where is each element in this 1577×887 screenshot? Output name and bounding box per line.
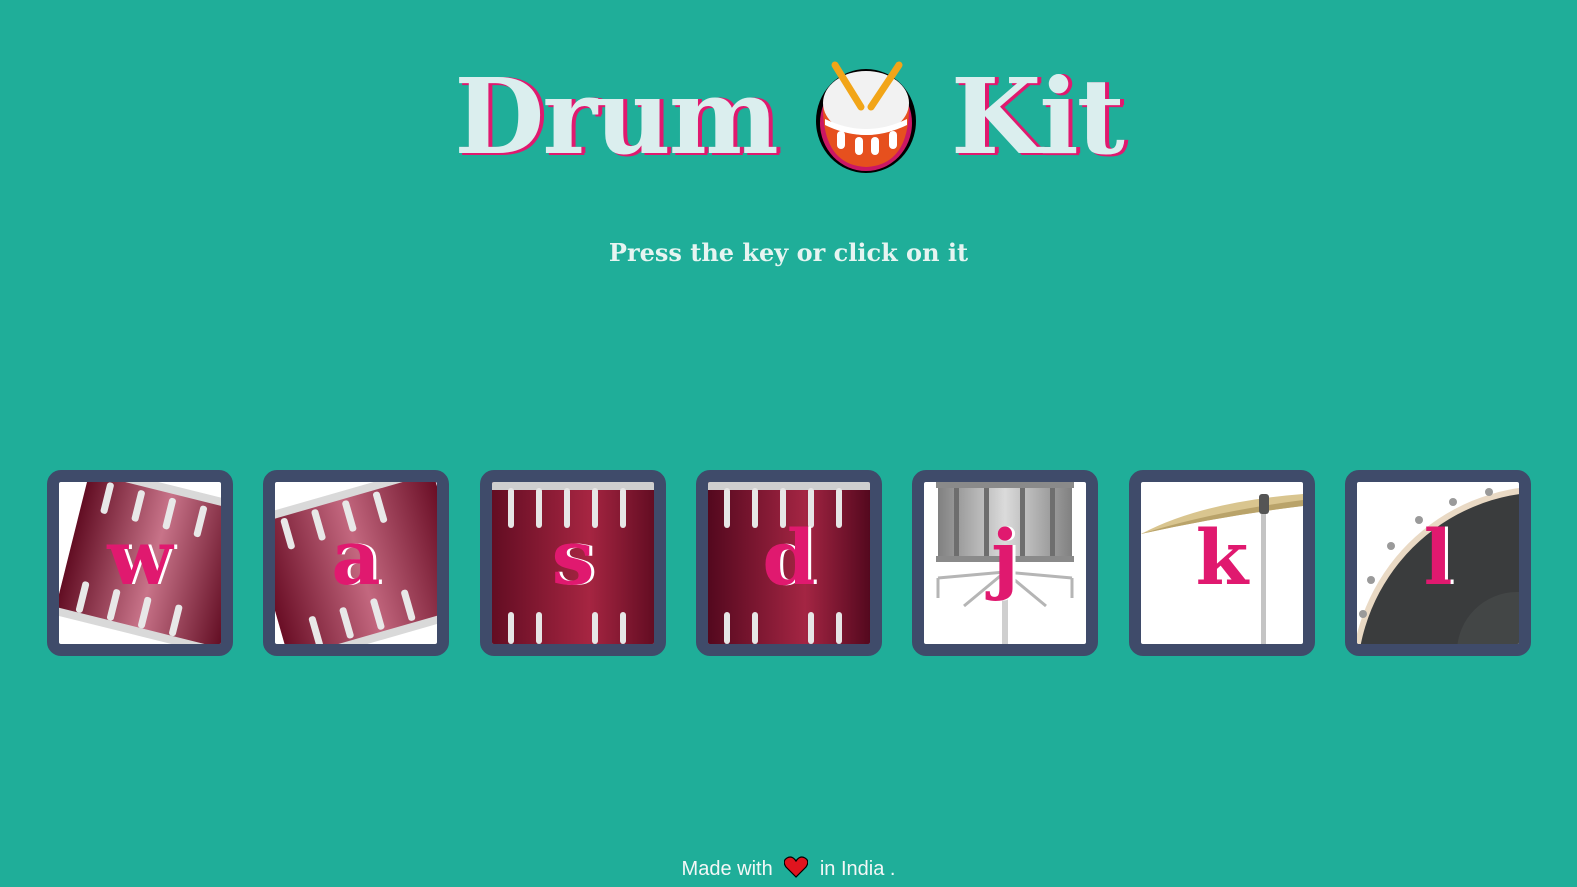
drum-button-w[interactable]: w: [47, 470, 233, 656]
key-label: s: [551, 513, 595, 602]
drum-button-d[interactable]: d: [696, 470, 882, 656]
key-label: d: [762, 513, 816, 602]
footer-prefix: Made with: [681, 858, 773, 880]
drum-button-s[interactable]: s: [480, 470, 666, 656]
title-kit: Kit: [950, 55, 1125, 178]
title-drum: Drum: [454, 55, 779, 178]
drum-button-a[interactable]: a: [263, 470, 449, 656]
drum-emoji-icon: [815, 61, 916, 173]
key-label: l: [1423, 513, 1453, 602]
key-label: k: [1195, 513, 1249, 602]
key-label: j: [991, 513, 1019, 602]
drum-button-l[interactable]: l: [1345, 470, 1531, 656]
heart-icon: [784, 856, 809, 878]
footer-suffix: in India .: [819, 858, 896, 880]
key-label: w: [107, 513, 173, 602]
subtitle: Press the key or click on it: [608, 238, 969, 267]
key-label: a: [331, 513, 381, 602]
drum-button-j[interactable]: j: [912, 470, 1098, 656]
drum-button-k[interactable]: k: [1129, 470, 1315, 656]
footer: Made with in India .: [0, 856, 1577, 881]
page-title: Drum Kit: [0, 52, 1577, 182]
